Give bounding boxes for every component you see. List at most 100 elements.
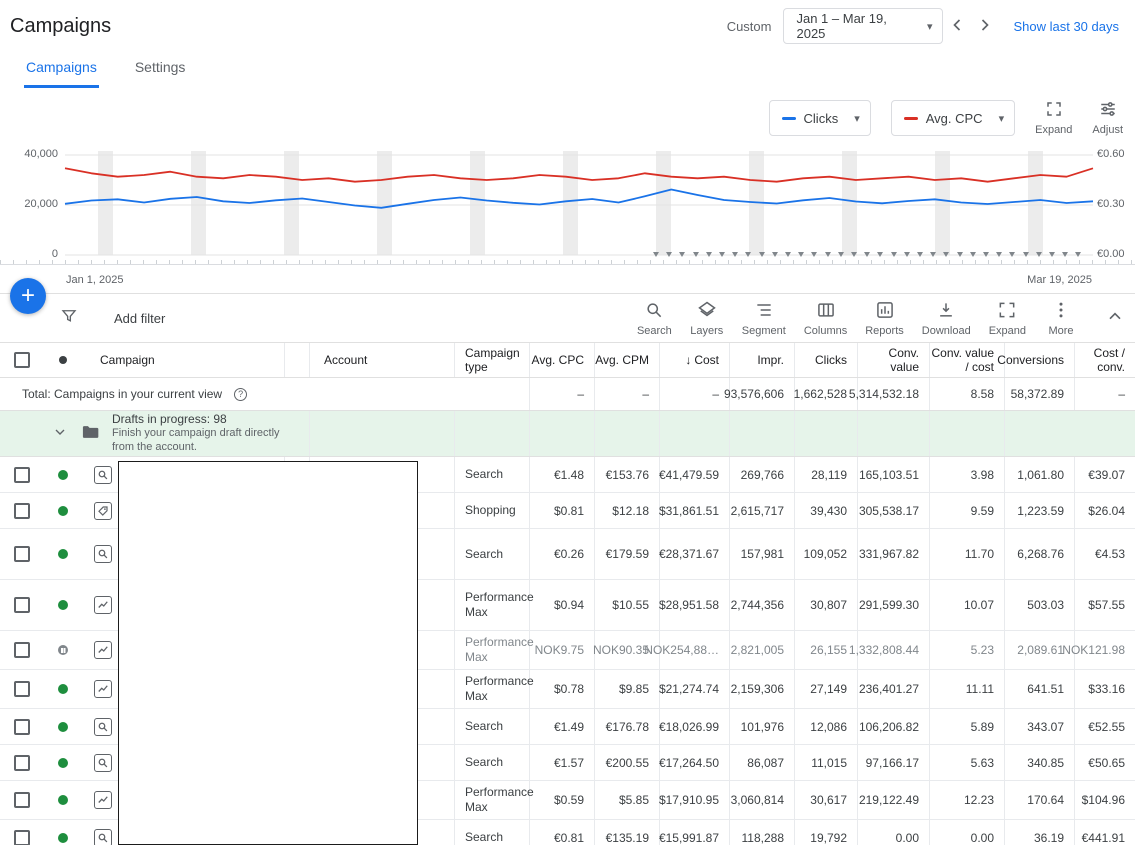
column-header-impr[interactable]: Impr. [730,343,795,377]
expand-chart-button[interactable]: Expand [1035,100,1072,136]
column-header-cost[interactable]: ↓ Cost [660,343,730,377]
avg-cpm-cell: €200.55 [595,745,660,780]
annotation-marker-icon[interactable] [864,252,871,257]
annotation-marker-icon[interactable] [1062,252,1069,257]
column-header-campaign[interactable]: Campaign [82,343,285,377]
row-checkbox[interactable] [14,792,30,808]
metric-selector-avg-cpc[interactable]: Avg. CPC ▾ [890,100,1016,136]
column-header-clicks[interactable]: Clicks [795,343,858,377]
column-header-cost-conv[interactable]: Cost / conv. [1075,342,1135,379]
annotation-marker-icon[interactable] [917,252,923,257]
reports-button[interactable]: Reports [856,300,913,337]
annotation-marker-icon[interactable] [758,252,765,257]
annotation-marker-icon[interactable] [1075,252,1082,257]
metric-selector-clicks[interactable]: Clicks ▾ [768,100,871,136]
left-axis-tick: 20,000 [24,198,58,210]
chart-time-scrollbar[interactable] [0,260,1135,265]
next-period-button[interactable] [971,12,999,40]
download-button[interactable]: Download [913,300,980,337]
annotation-marker-icon[interactable] [1022,252,1029,257]
row-checkbox[interactable] [14,681,30,697]
expand-table-button[interactable]: Expand [980,300,1035,337]
cost-cell: $28,951.58 [659,580,730,630]
conversions-cell: 641.51 [1005,670,1075,708]
annotation-marker-icon[interactable] [811,252,818,257]
enabled-status-icon [58,721,68,732]
row-checkbox[interactable] [14,597,30,613]
annotation-marker-icon[interactable] [785,252,791,257]
avg-cpc-cell: NOK9.75 [530,631,595,669]
clicks-series-swatch [781,116,796,120]
date-range-selector[interactable]: Jan 1 – Mar 19, 2025 ▾ [783,8,944,44]
conv-value-cost-cell: 0.00 [930,820,1005,845]
x-axis-start-label: Jan 1, 2025 [66,274,124,286]
annotation-marker-icon[interactable] [692,252,699,257]
cost-cell: $31,861.51 [659,493,730,528]
annotation-marker-icon[interactable] [771,252,778,257]
annotation-marker-icon[interactable] [798,252,805,257]
annotation-marker-icon[interactable] [824,252,831,257]
annotation-marker-icon[interactable] [956,252,963,257]
row-checkbox[interactable] [14,718,30,735]
column-header-conversions[interactable]: Conversions [997,343,1075,377]
adjust-chart-button[interactable]: Adjust [1092,100,1123,136]
column-header-campaign-type[interactable]: Campaign type [455,343,530,377]
column-header-avg-cpc[interactable]: Avg. CPC [530,343,595,377]
annotation-marker-icon[interactable] [851,252,857,257]
tab-settings[interactable]: Settings [133,59,188,88]
status-column-header-icon[interactable] [59,356,67,364]
impressions-cell: 2,744,356 [730,580,795,630]
sort-descending-icon: ↓ [685,352,692,367]
annotation-marker-icon[interactable] [732,252,739,257]
search-button[interactable]: Search [628,300,681,337]
segment-button[interactable]: Segment [733,300,795,337]
pmax-campaign-type-icon [94,680,112,698]
previous-period-button[interactable] [943,12,971,40]
row-checkbox[interactable] [14,466,30,483]
tab-campaigns[interactable]: Campaigns [24,59,99,88]
annotation-marker-icon[interactable] [1009,252,1016,257]
annotation-marker-icon[interactable] [653,252,659,257]
row-checkbox[interactable] [14,642,30,658]
layers-button[interactable]: Layers [681,300,733,337]
annotation-marker-icon[interactable] [719,252,725,257]
annotation-marker-icon[interactable] [969,252,976,257]
column-header-conv-value-cost[interactable]: Conv. value / cost [930,343,1005,377]
row-checkbox[interactable] [14,754,30,771]
annotation-marker-icon[interactable] [903,252,910,257]
annotation-marker-icon[interactable] [1035,252,1042,257]
column-header-account[interactable]: Account [310,343,455,377]
page-title: Campaigns [10,14,112,37]
columns-button[interactable]: Columns [795,300,856,337]
new-campaign-plus-button[interactable]: + [10,278,46,314]
row-checkbox[interactable] [14,829,30,845]
help-icon[interactable]: ? [234,387,248,401]
column-header-conv-value[interactable]: Conv. value [858,343,930,377]
conv-value-cost-cell: 5.63 [930,745,1005,780]
conv-value-cost-cell: 5.89 [930,709,1005,744]
annotation-marker-icon[interactable] [705,252,712,257]
annotation-marker-icon[interactable] [930,252,937,257]
more-button[interactable]: More [1035,300,1087,337]
select-all-checkbox[interactable] [14,352,30,368]
cost-per-conv-cell: €441.91 [1081,830,1125,845]
row-checkbox[interactable] [14,546,30,562]
drafts-in-progress-row[interactable]: Drafts in progress: 98 Finish your campa… [0,411,1135,457]
annotation-marker-icon[interactable] [679,252,686,257]
annotation-marker-icon[interactable] [666,252,673,257]
row-checkbox[interactable] [14,502,30,519]
collapse-table-button[interactable] [1101,303,1129,334]
annotation-marker-icon[interactable] [1049,252,1055,257]
annotation-marker-icon[interactable] [996,252,1003,257]
annotation-marker-icon[interactable] [877,252,884,257]
annotation-marker-icon[interactable] [943,252,950,257]
add-filter-button[interactable]: Add filter [60,307,165,330]
x-axis-end-label: Mar 19, 2025 [1027,274,1092,286]
annotation-marker-icon[interactable] [837,252,844,257]
annotation-marker-icon[interactable] [983,252,989,257]
column-header-avg-cpm[interactable]: Avg. CPM [595,343,660,377]
show-last-30-days-link[interactable]: Show last 30 days [1013,19,1119,34]
chevron-down-icon[interactable] [52,424,68,443]
annotation-marker-icon[interactable] [890,252,897,257]
annotation-marker-icon[interactable] [745,252,752,257]
